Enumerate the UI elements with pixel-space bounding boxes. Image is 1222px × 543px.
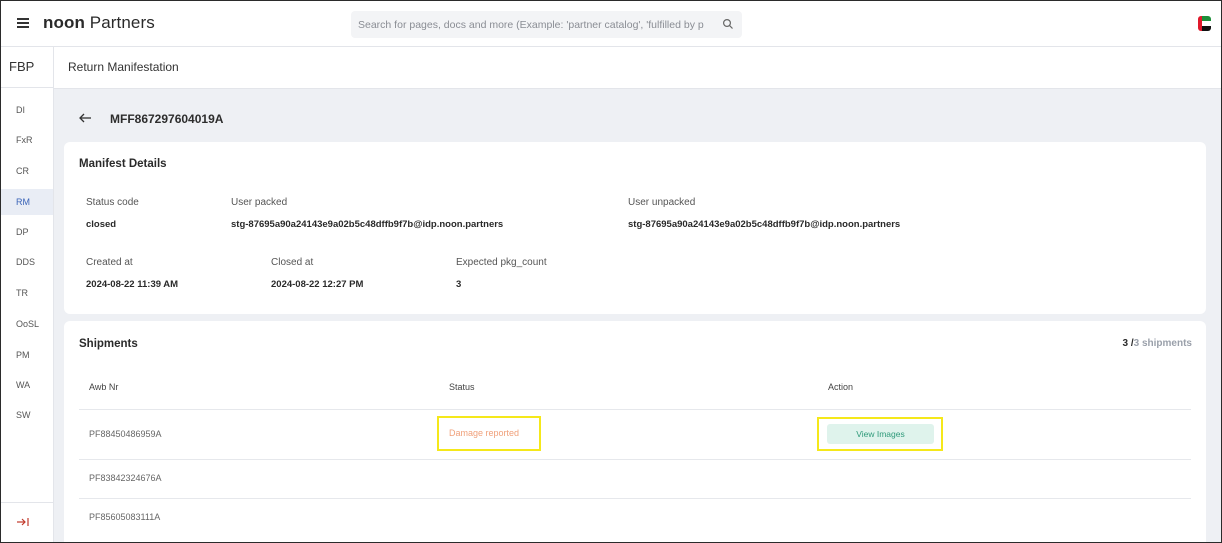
user-packed-label: User packed — [231, 197, 288, 208]
closed-at-value: 2024-08-22 12:27 PM — [271, 279, 364, 290]
sidebar-item-fxr[interactable]: FxR — [1, 127, 53, 153]
main-content: MFF867297604019A Manifest Details Status… — [54, 89, 1221, 542]
column-header-action: Action — [828, 382, 854, 392]
created-at-value: 2024-08-22 11:39 AM — [86, 279, 179, 290]
status-code-value: closed — [86, 219, 117, 230]
sidebar-item-oosl[interactable]: OoSL — [1, 311, 53, 337]
sidebar-item-wa[interactable]: WA — [1, 372, 53, 398]
sidebar-item-dds[interactable]: DDS — [1, 249, 53, 275]
sidebar-item-dp[interactable]: DP — [1, 219, 53, 245]
column-header-status: Status — [449, 382, 475, 392]
manifest-details-card: Manifest Details Status code closed User… — [64, 142, 1206, 314]
expected-pkg-count-value: 3 — [456, 279, 462, 290]
sidebar-item-pm[interactable]: PM — [1, 342, 53, 368]
brand-logo[interactable]: noon Partners — [43, 13, 155, 33]
expected-pkg-count-label: Expected pkg_count — [456, 257, 547, 268]
table-row-awb: PF83842324676A — [89, 473, 162, 483]
shipments-card: Shipments 3 /3 shipments Awb Nr Status A… — [64, 321, 1206, 542]
column-header-awb: Awb Nr — [89, 382, 119, 392]
page-header: Return Manifestation — [54, 47, 1221, 89]
created-at-label: Created at — [86, 257, 133, 268]
page-title: Return Manifestation — [68, 60, 179, 74]
search-icon[interactable] — [722, 18, 734, 30]
sidebar-item-tr[interactable]: TR — [1, 280, 53, 306]
top-bar: noon Partners — [1, 1, 1221, 47]
closed-at-label: Closed at — [271, 257, 314, 268]
expand-sidebar-icon[interactable] — [16, 516, 30, 528]
manifest-details-title: Manifest Details — [79, 158, 167, 170]
table-divider — [79, 498, 1191, 499]
sidebar-item-rm[interactable]: RM — [1, 189, 53, 215]
user-unpacked-label: User unpacked — [628, 197, 696, 208]
view-images-button[interactable]: View Images — [827, 424, 934, 444]
user-packed-value: stg-87695a90a24143e9a02b5c48dffb9f7b@idp… — [231, 219, 504, 230]
uae-flag-icon[interactable] — [1198, 16, 1211, 31]
sidebar-item-cr[interactable]: CR — [1, 158, 53, 184]
sidebar: FBP DI FxR CR RM DP DDS TR OoSL PM WA SW — [1, 47, 54, 542]
back-arrow-icon[interactable] — [78, 112, 92, 124]
shipments-count-total: 3 shipments — [1133, 338, 1192, 349]
status-badge: Damage reported — [449, 428, 520, 438]
shipments-count-done: 3 / — [1122, 338, 1134, 349]
sidebar-footer — [1, 502, 53, 542]
shipments-title: Shipments — [79, 338, 138, 350]
app-frame: noon Partners FBP DI FxR CR RM DP DDS TR… — [0, 0, 1222, 543]
sidebar-item-sw[interactable]: SW — [1, 402, 53, 428]
global-search — [351, 11, 742, 38]
user-unpacked-value: stg-87695a90a24143e9a02b5c48dffb9f7b@idp… — [628, 219, 901, 230]
search-input[interactable] — [358, 11, 708, 38]
table-divider — [79, 409, 1191, 410]
shipments-count: 3 /3 shipments — [1123, 338, 1192, 349]
table-row-awb: PF85605083111A — [89, 512, 161, 522]
status-code-label: Status code — [86, 197, 139, 208]
sidebar-header: FBP — [1, 47, 53, 88]
sidebar-item-di[interactable]: DI — [1, 97, 53, 123]
table-row-awb: PF88450486959A — [89, 429, 162, 439]
hamburger-menu-icon[interactable] — [17, 18, 29, 28]
manifest-id: MFF867297604019A — [110, 112, 224, 126]
table-divider — [79, 459, 1191, 460]
